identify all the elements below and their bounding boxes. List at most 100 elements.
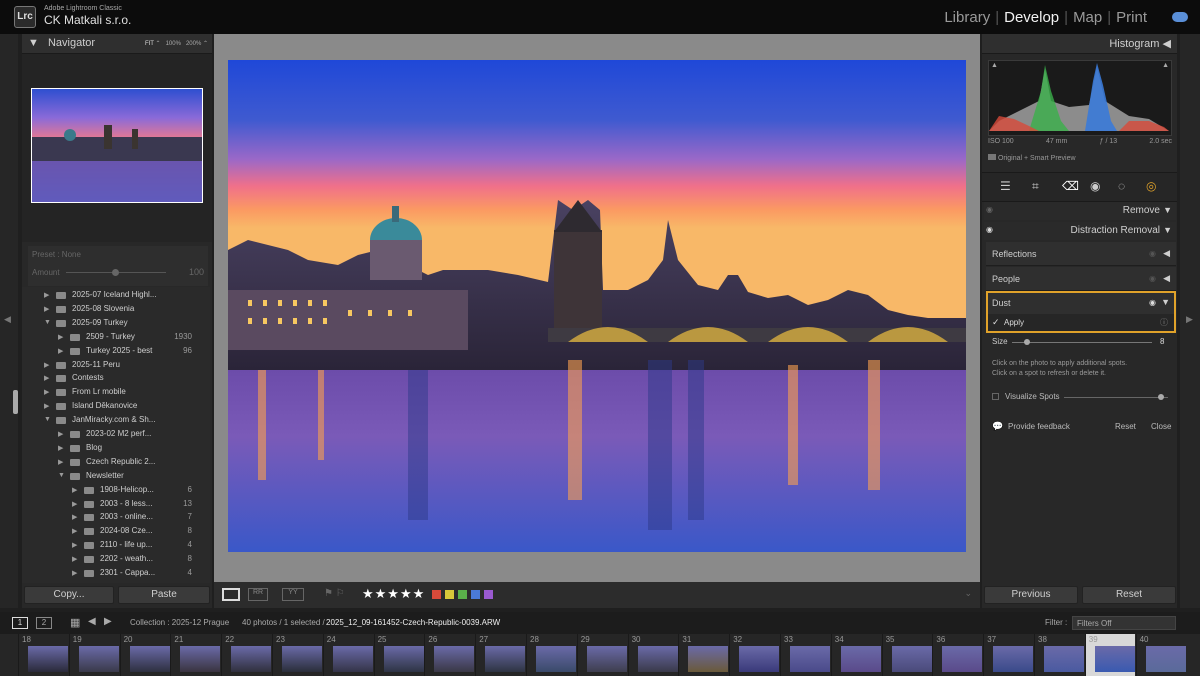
module-print[interactable]: Print <box>1111 9 1152 26</box>
masking-icon[interactable]: ◌ <box>1118 179 1125 193</box>
disclosure-icon[interactable]: ▶ <box>72 555 77 563</box>
disclosure-icon[interactable]: ▼ <box>44 416 51 423</box>
filmstrip-thumbnail[interactable]: 19 <box>68 634 119 676</box>
filmstrip-thumbnail[interactable]: 36 <box>932 634 983 676</box>
cloud-sync-icon[interactable] <box>1172 12 1188 22</box>
disclosure-icon[interactable]: ▶ <box>44 374 49 382</box>
distraction-removal-header[interactable]: ◉ Distraction Removal ▼ <box>984 222 1176 240</box>
folder-row[interactable]: ▶ 2003 - online... 7 <box>22 511 210 525</box>
disclosure-icon[interactable]: ▶ <box>58 458 63 466</box>
filmstrip-thumbnail[interactable]: 38 <box>1034 634 1084 676</box>
green-label-swatch[interactable] <box>458 590 467 599</box>
visibility-eye-icon[interactable]: ◉ <box>1149 274 1156 283</box>
red-label-swatch[interactable] <box>432 590 441 599</box>
folder-row[interactable]: ▶ Czech Republic 2... <box>22 456 210 470</box>
filmstrip-thumbnail[interactable]: 32 <box>729 634 780 676</box>
disclosure-icon[interactable]: ▶ <box>72 486 77 494</box>
zoom-200[interactable]: 200% <box>186 41 201 47</box>
reset-button[interactable]: Reset <box>1082 586 1176 604</box>
module-develop[interactable]: Develop <box>999 9 1064 26</box>
second-window-button[interactable]: 2 <box>36 617 52 629</box>
navigator-thumbnail[interactable] <box>31 88 203 203</box>
disclosure-icon[interactable]: ▼ <box>44 319 51 326</box>
grid-icon[interactable]: ▦ <box>70 616 80 629</box>
visibility-eye-icon[interactable]: ◉ <box>986 225 993 234</box>
folder-row[interactable]: ▶ From Lr mobile <box>22 386 210 400</box>
filmstrip-thumbnail[interactable]: 39 <box>1084 634 1135 676</box>
folder-row[interactable]: ▶ 1908-Helicop... 6 <box>22 484 210 498</box>
size-slider-thumb[interactable] <box>1024 339 1030 345</box>
histogram-graph[interactable]: ▲ ▲ <box>988 60 1172 136</box>
remove-header[interactable]: ◉ Remove ▼ <box>984 202 1176 220</box>
visibility-eye-icon[interactable]: ◉ <box>986 205 993 214</box>
copy-button[interactable]: Copy... <box>24 586 114 604</box>
filmstrip-thumbnail[interactable]: 33 <box>780 634 830 676</box>
filmstrip-thumbnail[interactable]: 22 <box>221 634 272 676</box>
people-row[interactable]: People ◉ ◀ <box>986 267 1176 291</box>
filter-dropdown[interactable]: Filters Off <box>1072 616 1176 630</box>
zoom-100[interactable]: 100% <box>166 41 181 47</box>
remove-tool-icon[interactable]: ⌫ <box>1062 179 1079 193</box>
filmstrip-thumbnail[interactable]: 34 <box>830 634 881 676</box>
filmstrip-thumbnail[interactable]: 35 <box>881 634 932 676</box>
disclosure-icon[interactable]: ▶ <box>72 513 77 521</box>
folder-row[interactable]: ▶ Blog <box>22 442 210 456</box>
before-after-icon[interactable]: RR <box>248 588 268 601</box>
crop-icon[interactable]: ⌗ <box>1032 179 1039 194</box>
folder-row[interactable]: ▶ 2024-08 Cze... 8 <box>22 525 210 539</box>
module-library[interactable]: Library <box>939 9 995 26</box>
reset-link[interactable]: Reset <box>1115 422 1136 431</box>
disclosure-icon[interactable]: ▶ <box>58 347 63 355</box>
close-link[interactable]: Close <box>1151 422 1171 431</box>
folder-row[interactable]: ▶ 2025-07 Iceland Highl... <box>22 289 210 303</box>
folder-row[interactable]: ▶ 2023-02 M2 perf... <box>22 428 210 442</box>
disclosure-icon[interactable]: ▶ <box>44 361 49 369</box>
disclosure-icon[interactable]: ▶ <box>72 500 77 508</box>
visualize-slider-thumb[interactable] <box>1158 394 1164 400</box>
filmstrip-thumbnail[interactable]: 40 <box>1135 634 1186 676</box>
filmstrip-thumbnail[interactable]: 24 <box>322 634 373 676</box>
folder-row[interactable]: ▶ 2003 - 8 less... 13 <box>22 498 210 512</box>
folder-row[interactable]: ▶ Turkey 2025 - best 96 <box>22 345 210 359</box>
filmstrip-thumbnail[interactable]: 30 <box>627 634 678 676</box>
filmstrip-thumbnail[interactable]: 25 <box>373 634 424 676</box>
disclosure-icon[interactable]: ▶ <box>72 541 77 549</box>
filename-label[interactable]: 2025_12_09-161452-Czech-Republic-0039.AR… <box>326 618 500 627</box>
filmstrip-thumbnail[interactable]: 23 <box>272 634 322 676</box>
folder-row[interactable]: ▶ 2202 - weath... 8 <box>22 553 210 567</box>
paste-button[interactable]: Paste <box>118 586 210 604</box>
loupe-view-icon[interactable] <box>222 588 240 601</box>
reflections-row[interactable]: Reflections ◉ ◀ <box>986 242 1176 266</box>
folder-row[interactable]: ▼ JanMiracky.com & Sh... <box>22 414 210 428</box>
filmstrip-thumbnail[interactable]: 18 <box>18 634 68 676</box>
visualize-spots-checkbox[interactable] <box>992 393 999 400</box>
provide-feedback-link[interactable]: Provide feedback <box>1008 422 1070 431</box>
red-eye-icon[interactable]: ◉ <box>1090 179 1100 193</box>
folder-row[interactable]: ▶ Contests <box>22 372 210 386</box>
forward-arrow-icon[interactable]: ▶ <box>104 616 112 627</box>
visibility-eye-icon[interactable]: ◉ <box>1149 298 1156 307</box>
filmstrip-thumbnail[interactable]: 29 <box>576 634 627 676</box>
left-scrollbar[interactable] <box>13 390 18 414</box>
filmstrip-thumbnail[interactable]: 31 <box>678 634 729 676</box>
shadow-clip-icon[interactable]: ▲ <box>991 62 998 69</box>
filmstrip-thumbnail[interactable]: 21 <box>170 634 221 676</box>
disclosure-icon[interactable]: ▶ <box>44 402 49 410</box>
toolbar-menu-icon[interactable]: ⌄ <box>964 588 972 599</box>
star-rating[interactable]: ★★★★★ <box>362 586 425 602</box>
disclosure-icon[interactable]: ▶ <box>72 527 77 535</box>
highlight-clip-icon[interactable]: ▲ <box>1162 62 1169 69</box>
folder-row[interactable]: ▼ Newsletter <box>22 470 210 484</box>
disclosure-icon[interactable]: ▶ <box>44 388 49 396</box>
previous-button[interactable]: Previous <box>984 586 1078 604</box>
filmstrip-thumbnail[interactable]: 26 <box>424 634 475 676</box>
filmstrip-thumbnail[interactable]: 20 <box>119 634 170 676</box>
folder-row[interactable]: ▶ 2301 - Cappa... 4 <box>22 567 210 581</box>
yy-icon[interactable]: YY <box>282 588 304 601</box>
feedback-icon[interactable]: 💬 <box>992 421 1003 432</box>
module-map[interactable]: Map <box>1068 9 1107 26</box>
back-arrow-icon[interactable]: ◀ <box>88 616 96 627</box>
collection-label[interactable]: Collection : 2025-12 Prague <box>130 618 229 627</box>
apply-row[interactable]: ✓ Apply ⓘ <box>988 314 1174 331</box>
size-slider-track[interactable] <box>1012 342 1152 343</box>
